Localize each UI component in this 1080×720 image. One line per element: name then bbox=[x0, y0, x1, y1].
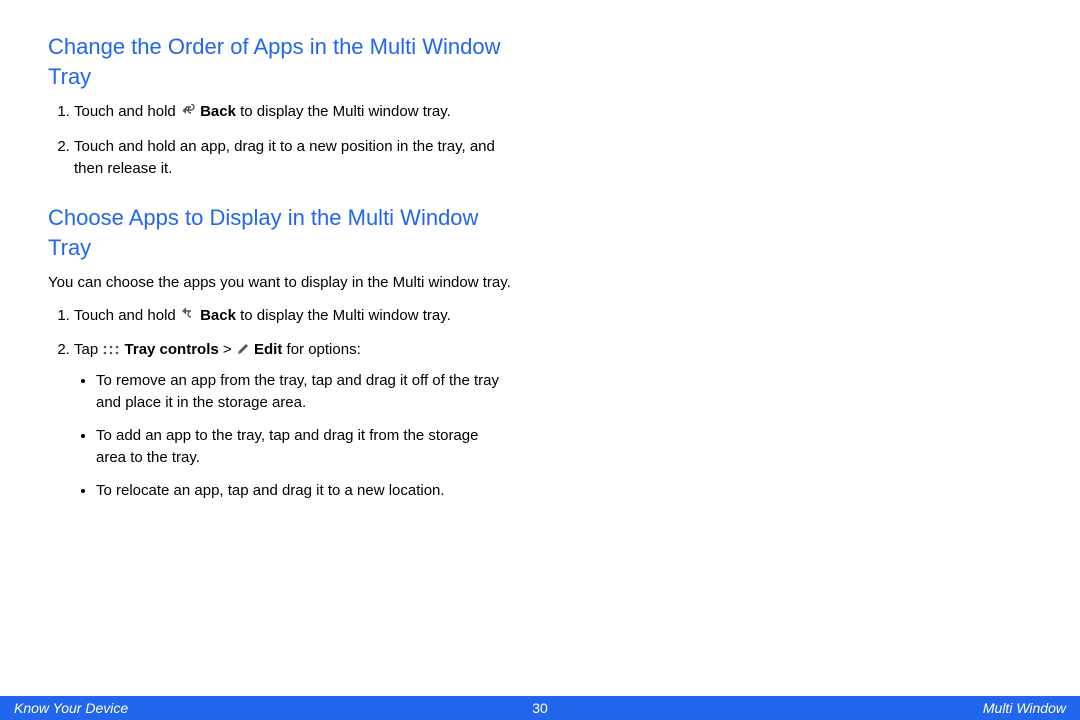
step-sep: > bbox=[219, 341, 236, 358]
step-bold-2: Edit bbox=[254, 341, 282, 358]
back-icon bbox=[180, 307, 196, 330]
section2-steps: Touch and hold Back to display the Multi… bbox=[48, 305, 512, 503]
document-page: Change the Order of Apps in the Multi Wi… bbox=[0, 0, 560, 502]
section2-bullets: To remove an app from the tray, tap and … bbox=[74, 370, 512, 503]
step-bold: Back bbox=[200, 103, 236, 120]
bullet-text: To relocate an app, tap and drag it to a… bbox=[96, 482, 445, 499]
list-item: Touch and hold an app, drag it to a new … bbox=[74, 136, 512, 181]
back-icon bbox=[180, 103, 196, 126]
step-text-post: to display the Multi window tray. bbox=[236, 103, 451, 120]
step-text-pre: Tap bbox=[74, 341, 102, 358]
bullet-text: To add an app to the tray, tap and drag … bbox=[96, 427, 478, 467]
list-item: To remove an app from the tray, tap and … bbox=[96, 370, 512, 415]
section-heading-1: Change the Order of Apps in the Multi Wi… bbox=[48, 32, 512, 91]
step-text-post: to display the Multi window tray. bbox=[236, 307, 451, 324]
step-bold: Back bbox=[200, 307, 236, 324]
list-item: To relocate an app, tap and drag it to a… bbox=[96, 480, 512, 503]
list-item: Touch and hold Back to display the Multi… bbox=[74, 305, 512, 330]
page-number: 30 bbox=[532, 700, 548, 716]
step-text-post: for options: bbox=[282, 341, 360, 358]
section2-intro: You can choose the apps you want to disp… bbox=[48, 272, 512, 295]
footer-left: Know Your Device bbox=[14, 700, 128, 716]
section-heading-2: Choose Apps to Display in the Multi Wind… bbox=[48, 203, 512, 262]
step-text-pre: Touch and hold bbox=[74, 307, 180, 324]
section1-steps: Touch and hold Back to display the Multi… bbox=[48, 101, 512, 181]
step-text: Touch and hold an app, drag it to a new … bbox=[74, 138, 495, 178]
list-item: Tap Tray controls > Edit for options: To… bbox=[74, 339, 512, 502]
dots-icon bbox=[102, 341, 120, 364]
bullet-text: To remove an app from the tray, tap and … bbox=[96, 372, 499, 412]
list-item: Touch and hold Back to display the Multi… bbox=[74, 101, 512, 126]
step-bold-1: Tray controls bbox=[125, 341, 219, 358]
pencil-icon bbox=[236, 341, 250, 364]
page-footer: Know Your Device 30 Multi Window bbox=[0, 696, 1080, 720]
list-item: To add an app to the tray, tap and drag … bbox=[96, 425, 512, 470]
step-text-pre: Touch and hold bbox=[74, 103, 180, 120]
footer-right: Multi Window bbox=[983, 700, 1066, 716]
